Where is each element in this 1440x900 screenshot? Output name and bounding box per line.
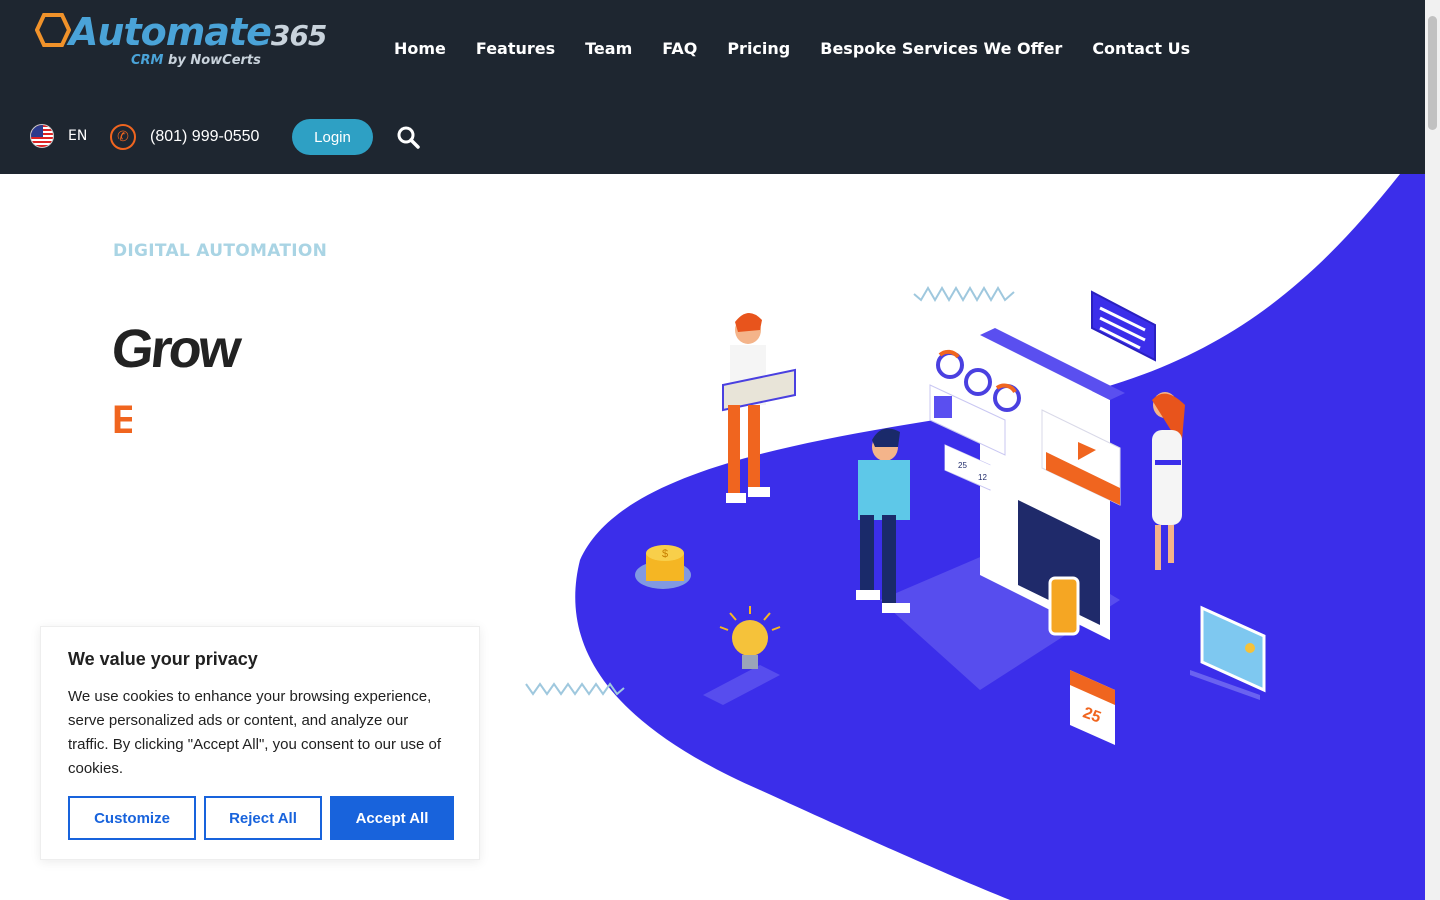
- reject-all-button[interactable]: Reject All: [204, 796, 322, 840]
- search-icon[interactable]: [396, 125, 420, 149]
- phone-icon: ✆: [110, 124, 136, 150]
- cookie-body: We use cookies to enhance your browsing …: [68, 688, 442, 777]
- nav-bespoke-services[interactable]: Bespoke Services We Offer: [820, 39, 1062, 58]
- nav-home[interactable]: Home: [394, 39, 446, 58]
- nav-pricing[interactable]: Pricing: [727, 39, 790, 58]
- accept-all-button[interactable]: Accept All: [330, 796, 454, 840]
- nav-features[interactable]: Features: [476, 39, 555, 58]
- logo-tagline: CRM by NowCerts: [131, 53, 261, 68]
- likes-count: 25: [958, 461, 967, 470]
- nav-team[interactable]: Team: [585, 39, 632, 58]
- nav-faq[interactable]: FAQ: [662, 39, 697, 58]
- logo-text: Automate365: [69, 10, 327, 54]
- customize-button[interactable]: Customize: [68, 796, 196, 840]
- scrollbar-thumb[interactable]: [1428, 16, 1437, 130]
- cookie-consent-banner: We value your privacy We use cookies to …: [40, 626, 480, 860]
- site-header: Automate365 CRM by NowCerts Home Feature…: [0, 0, 1425, 174]
- cookie-title: We value your privacy: [68, 649, 258, 669]
- comments-count: 12: [978, 473, 987, 482]
- phone-number: (801) 999-0550: [150, 128, 260, 145]
- hero-headline-animated: E: [112, 398, 132, 442]
- phone-contact[interactable]: ✆ (801) 999-0550: [110, 124, 259, 150]
- logo[interactable]: Automate365 CRM by NowCerts: [35, 10, 327, 72]
- language-selector[interactable]: EN: [30, 124, 87, 148]
- language-label: EN: [68, 128, 88, 144]
- hero-headline: Grow: [108, 319, 242, 379]
- hexagon-logo-icon: [35, 13, 71, 47]
- page-scrollbar[interactable]: [1425, 0, 1440, 900]
- hero-eyebrow: DIGITAL AUTOMATION: [113, 241, 328, 261]
- us-flag-icon: [30, 124, 54, 148]
- zigzag-decoration: [525, 682, 625, 696]
- zigzag-decoration: [913, 286, 1015, 302]
- coin-dollar-label: $: [662, 548, 668, 560]
- cookie-actions: Customize Reject All Accept All: [68, 796, 454, 840]
- nav-contact-us[interactable]: Contact Us: [1092, 39, 1190, 58]
- login-button[interactable]: Login: [292, 119, 373, 155]
- main-nav: Home Features Team FAQ Pricing Bespoke S…: [394, 39, 1190, 58]
